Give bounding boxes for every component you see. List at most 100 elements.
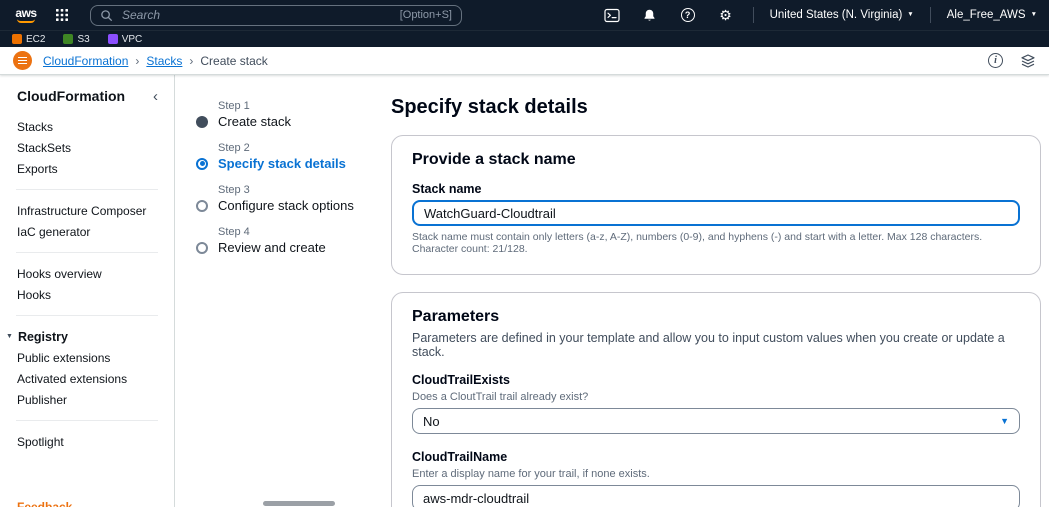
main-content: Specify stack details Provide a stack na… <box>391 75 1049 507</box>
service-sidebar: CloudFormation ‹ Stacks StackSets Export… <box>0 75 175 507</box>
layers-icon[interactable] <box>1020 53 1036 69</box>
page-body: CloudFormation ‹ Stacks StackSets Export… <box>0 75 1049 507</box>
aws-logo[interactable]: aws <box>12 5 40 23</box>
wizard-steps-nav: Step 1 Create stack Step 2 Specify stack… <box>175 75 391 507</box>
cloudtrailname-label: CloudTrailName <box>412 450 508 464</box>
favorite-label: EC2 <box>26 33 46 45</box>
step-label-review-and-create[interactable]: Review and create <box>218 240 391 255</box>
cloudtrailname-hint: Enter a display name for your trail, if … <box>412 468 650 480</box>
breadcrumb-separator-icon: › <box>189 53 194 68</box>
sidebar-item-activated-extensions[interactable]: Activated extensions <box>0 368 174 389</box>
apps-grid-glyph <box>56 9 68 21</box>
favorite-ec2[interactable]: EC2 <box>12 34 45 45</box>
wizard-step-2: Step 2 Specify stack details <box>196 142 391 171</box>
cloudtrailexists-select[interactable]: No ▼ <box>412 408 1020 434</box>
sidebar-divider <box>16 420 158 421</box>
bell-glyph <box>644 9 655 21</box>
search-shortcut-hint: [Option+S] <box>399 9 452 21</box>
cloudshell-icon[interactable] <box>601 4 623 26</box>
chevron-down-icon: ▼ <box>1030 10 1037 18</box>
cloudtrailexists-hint: Does a CloutTrail trail already exist? <box>412 391 589 403</box>
sidebar-item-iac-generator[interactable]: IaC generator <box>0 221 174 242</box>
favorite-vpc[interactable]: VPC <box>107 33 143 45</box>
sidebar-item-infrastructure-composer[interactable]: Infrastructure Composer <box>0 200 174 221</box>
page-title: Specify stack details <box>391 96 588 118</box>
sidebar-divider <box>16 315 158 316</box>
step-number: Step 3 <box>218 184 250 196</box>
step-number: Step 2 <box>218 142 250 154</box>
sidebar-section-label: Registry <box>17 329 68 344</box>
account-menu[interactable]: Ale_Free_AWS ▼ <box>947 9 1037 21</box>
aws-logo-smile <box>17 19 35 23</box>
cloudtrailname-input[interactable] <box>412 485 1020 507</box>
cloudtrailexists-label: CloudTrailExists <box>412 373 510 387</box>
step-number: Step 1 <box>218 100 250 112</box>
notifications-bell-icon[interactable] <box>639 4 661 26</box>
global-search-box[interactable]: [Option+S] <box>90 4 462 26</box>
sidebar-title[interactable]: CloudFormation <box>17 88 125 104</box>
aws-console-window: aws [Option+S] <box>0 0 1049 507</box>
settings-gear-icon[interactable]: ⚙ <box>715 4 737 26</box>
sidebar-divider <box>16 252 158 253</box>
step-label-configure-stack-options[interactable]: Configure stack options <box>218 198 391 213</box>
sidebar-item-hooks-overview[interactable]: Hooks overview <box>0 263 174 284</box>
s3-service-icon <box>63 34 74 44</box>
sidebar-divider <box>16 189 158 190</box>
cloudtrailexists-selected-value: No <box>423 413 440 429</box>
stack-name-input[interactable] <box>412 200 1020 226</box>
step-label-create-stack[interactable]: Create stack <box>218 114 391 129</box>
stack-name-card: Provide a stack name Stack name Stack na… <box>391 135 1041 275</box>
breadcrumb-current-page: Create stack <box>200 53 268 68</box>
info-panel-icon[interactable]: i <box>988 53 1003 68</box>
horizontal-scrollbar-thumb[interactable] <box>263 501 335 506</box>
gear-glyph: ⚙ <box>719 7 732 23</box>
search-input[interactable] <box>120 7 393 23</box>
field-cloudtrailname: CloudTrailName Enter a display name for … <box>412 450 1020 507</box>
sidebar-header: CloudFormation ‹ <box>0 88 174 104</box>
help-icon[interactable]: ? <box>677 4 699 26</box>
ec2-service-icon <box>12 34 22 44</box>
aws-logo-text: aws <box>15 5 37 20</box>
step-label-specify-stack-details[interactable]: Specify stack details <box>218 156 391 171</box>
help-glyph: ? <box>680 8 695 22</box>
stack-name-card-title: Provide a stack name <box>412 151 576 168</box>
step-done-circle <box>196 115 208 128</box>
account-label: Ale_Free_AWS <box>946 9 1026 21</box>
wizard-step-4: Step 4 Review and create <box>196 226 391 255</box>
sidebar-collapse-icon[interactable]: ‹ <box>153 89 158 104</box>
topbar-divider <box>752 7 754 23</box>
hamburger-lines <box>18 59 27 62</box>
apps-grid-icon[interactable] <box>52 5 72 25</box>
step-todo-circle <box>196 199 208 212</box>
sidebar-item-exports[interactable]: Exports <box>0 158 174 179</box>
sidebar-item-hooks[interactable]: Hooks <box>0 284 174 305</box>
favorite-label: VPC <box>121 33 143 45</box>
parameters-description: Parameters are defined in your template … <box>412 331 1005 359</box>
breadcrumb-bar: CloudFormation › Stacks › Create stack i <box>0 47 1049 75</box>
chevron-down-icon: ▼ <box>1000 416 1009 426</box>
step-todo-circle <box>196 241 208 254</box>
favorites-bar: EC2 S3 VPC <box>0 30 1049 47</box>
top-navigation-bar: aws [Option+S] <box>0 0 1049 30</box>
parameters-card: Parameters Parameters are defined in you… <box>391 292 1041 507</box>
sidebar-item-stacksets[interactable]: StackSets <box>0 137 174 158</box>
hamburger-menu-icon[interactable] <box>13 51 32 70</box>
sidebar-item-public-extensions[interactable]: Public extensions <box>0 347 174 368</box>
cloudshell-glyph <box>603 8 620 22</box>
caret-down-icon: ▼ <box>6 333 13 340</box>
sidebar-item-spotlight[interactable]: Spotlight <box>0 431 174 452</box>
sidebar-item-publisher[interactable]: Publisher <box>0 389 174 410</box>
sidebar-section-registry[interactable]: ▼ Registry <box>0 326 174 347</box>
breadcrumb-cloudformation-link[interactable]: CloudFormation <box>43 54 128 68</box>
breadcrumb: CloudFormation › Stacks › Create stack <box>43 54 268 68</box>
search-icon <box>101 9 113 21</box>
topbar-right-controls: ? ⚙ United States (N. Virginia) ▼ Ale_Fr… <box>601 4 1037 26</box>
breadcrumb-stacks-link[interactable]: Stacks <box>146 54 182 68</box>
region-selector[interactable]: United States (N. Virginia) ▼ <box>770 9 914 21</box>
feedback-link[interactable]: Feedback <box>17 500 72 507</box>
sidebar-item-stacks[interactable]: Stacks <box>0 116 174 137</box>
vpc-service-icon <box>107 34 118 44</box>
breadcrumb-right-icons: i <box>988 53 1036 69</box>
favorite-label: S3 <box>77 33 90 45</box>
favorite-s3[interactable]: S3 <box>63 33 90 45</box>
